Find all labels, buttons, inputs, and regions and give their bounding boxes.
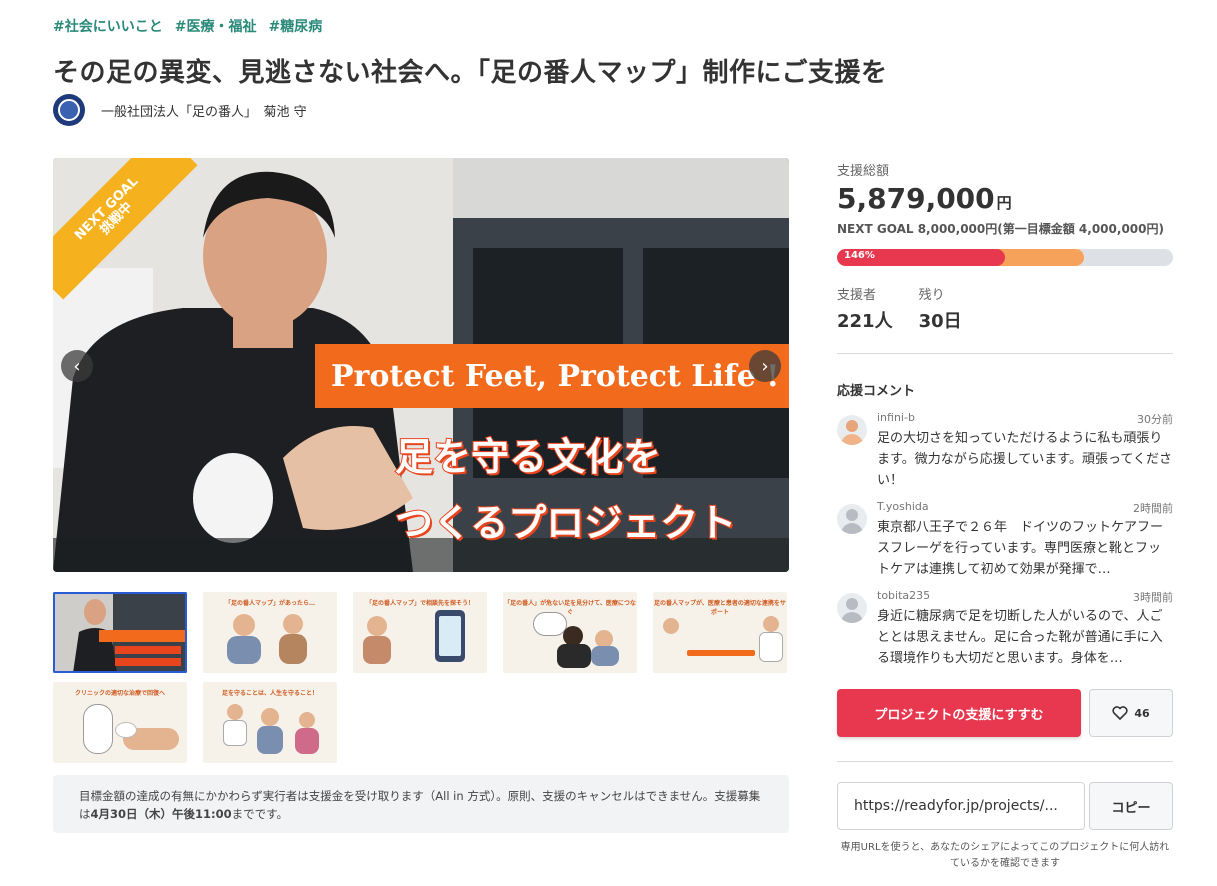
avatar <box>837 593 867 623</box>
favorite-button[interactable]: 46 <box>1089 689 1173 737</box>
tag-medical-welfare[interactable]: #医療・福祉 <box>175 16 257 36</box>
comment-user: T.yoshida <box>877 500 929 513</box>
heart-icon <box>1112 706 1128 720</box>
avatar <box>837 504 867 534</box>
backers-count: 221人 <box>837 311 893 332</box>
carousel-next-button[interactable]: › <box>749 350 781 382</box>
comment-time: 2時間前 <box>1133 502 1173 515</box>
comments-title: 応援コメント <box>837 384 916 399</box>
total-amount: 5,879,000 円 <box>837 182 1012 215</box>
total-label: 支援総額 <box>837 164 890 179</box>
thumbnail-7[interactable]: 足を守ることは、人生を守ること！ <box>203 682 337 763</box>
progress-percent: 146% <box>844 250 875 261</box>
comment-user: tobita235 <box>877 589 931 602</box>
progress-bar: 146% <box>837 249 1173 266</box>
all-in-notice: 目標金額の達成の有無にかかわらず実行者は支援金を受け取ります（All in 方式… <box>53 775 789 833</box>
divider <box>837 353 1173 354</box>
divider <box>837 761 1173 762</box>
share-url-field[interactable]: https://readyfor.jp/projects/... <box>837 782 1085 830</box>
chevron-right-icon: › <box>761 355 769 377</box>
thumbnail-5[interactable]: 足の番人マップが、医療と患者の適切な連携をサポート <box>653 592 787 673</box>
support-project-button[interactable]: プロジェクトの支援にすすむ <box>837 689 1081 737</box>
thumbnail-4[interactable]: 「足の番人」が危ない足を見分けて、医療につなぐ <box>503 592 637 673</box>
thumbnail-1[interactable] <box>53 592 187 673</box>
favorite-count: 46 <box>1134 706 1150 720</box>
remaining-days: 30日 <box>918 311 962 332</box>
thumbnail-3[interactable]: 「足の番人マップ」で相談先を探そう！ <box>353 592 487 673</box>
hero-catchphrase-1: 足を守る文化を <box>394 433 662 480</box>
hero-banner: Protect Feet, Protect Life ! <box>315 344 789 408</box>
chevron-left-icon: ‹ <box>73 355 81 377</box>
owner-name: 一般社団法人「足の番人」 菊池 守 <box>101 104 307 120</box>
project-title: その足の異変、見逃さない社会へ。「足の番人マップ」制作にご支援を <box>53 58 888 88</box>
avatar <box>837 415 867 445</box>
backers-stat: 支援者 221人 <box>837 288 893 332</box>
thumbnail-strip: 「足の番人マップ」があったら… 「足の番人マップ」で相談先を探そう！ 「足の番人… <box>53 592 793 763</box>
hero-catchphrase-2: つくるプロジェクト <box>394 499 737 546</box>
thumbnail-6[interactable]: クリニックの適切な治療で回復へ <box>53 682 187 763</box>
stats-row: 支援者 221人 残り 30日 <box>837 284 962 333</box>
thumbnail-1-image <box>53 592 187 673</box>
copy-button[interactable]: コピー <box>1089 782 1173 830</box>
tag-list: #社会にいいこと #医療・福祉 #糖尿病 <box>53 16 322 36</box>
comment-body: 足の大切さを知っていただけるように私も頑張ります。微力ながら応援しています。頑張… <box>877 431 1172 488</box>
share-url-note: 専用URLを使うと、あなたのシェアによってこのプロジェクトに何人訪れているかを確… <box>840 842 1170 869</box>
next-goal-text: NEXT GOAL 8,000,000円(第一目標金額 4,000,000円) <box>837 222 1164 236</box>
comment-user: infini-b <box>877 411 915 424</box>
hero-image: NEXT GOAL 挑戦中 Protect Feet, Protect Life… <box>53 158 789 572</box>
comment-time: 3時間前 <box>1133 591 1173 604</box>
thumbnail-2[interactable]: 「足の番人マップ」があったら… <box>203 592 337 673</box>
tag-social-good[interactable]: #社会にいいこと <box>53 16 163 36</box>
project-owner[interactable]: 一般社団法人「足の番人」 菊池 守 <box>53 94 307 126</box>
remaining-stat: 残り 30日 <box>918 288 962 332</box>
funding-panel: 支援総額 5,879,000 円 NEXT GOAL 8,000,000円(第一目… <box>837 160 1173 869</box>
comment-time: 30分前 <box>1137 413 1173 426</box>
carousel-prev-button[interactable]: ‹ <box>61 350 93 382</box>
owner-avatar <box>53 94 85 126</box>
comment-body: 身近に糖尿病で足を切断した人がいるので、人ごととは思えません。足に合った靴が普通… <box>877 609 1163 666</box>
tag-diabetes[interactable]: #糖尿病 <box>268 16 322 36</box>
comment-body: 東京都八王子で２６年 ドイツのフットケアフースフレーゲを行っています。専門医療と… <box>877 520 1164 577</box>
